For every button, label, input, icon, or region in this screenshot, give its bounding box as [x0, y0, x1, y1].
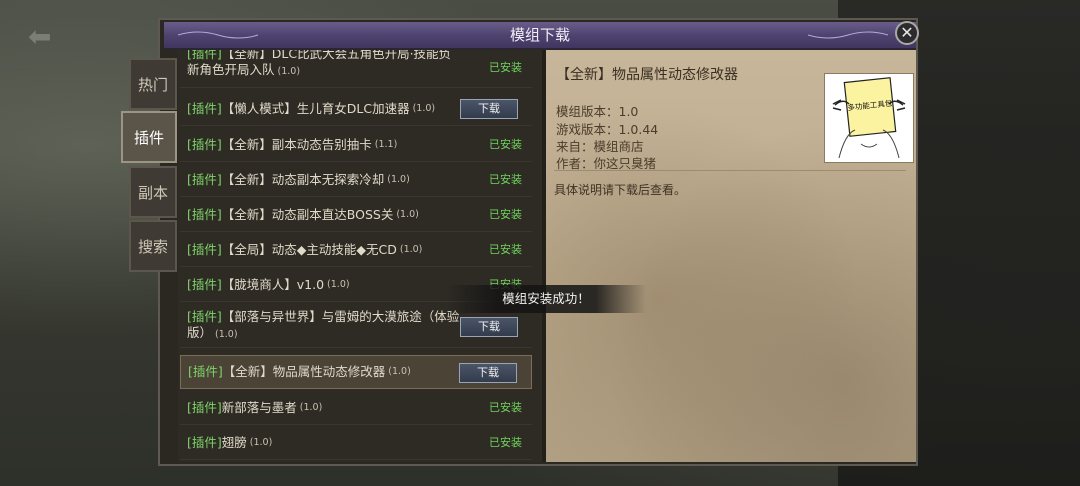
mod-tag: [插件]	[187, 399, 222, 415]
list-item[interactable]: [插件] 【全新】动态副本直达BOSS关 (1.0) 已安装	[180, 198, 532, 232]
mod-title: 【全新】物品属性动态修改器	[222, 364, 386, 379]
mod-tag: [插件]	[187, 434, 222, 450]
tab-plugins[interactable]: 插件	[121, 111, 177, 163]
mod-title: 新部落与墨者	[221, 399, 297, 415]
installed-status: 已安装	[489, 138, 522, 151]
back-arrow-icon: ⬅	[28, 20, 52, 53]
mod-tag: [插件]	[187, 309, 222, 324]
mod-name: [插件] 【全新】副本动态告别抽卡 (1.1)	[187, 128, 467, 161]
list-item[interactable]: [插件] 新部落与墨者 (1.0) 已安装	[180, 391, 532, 425]
toast-message: 模组安装成功！	[446, 285, 646, 313]
mod-title: 翅膀	[221, 434, 247, 450]
mod-tag: [插件]	[187, 206, 222, 222]
ornament-right-icon	[808, 31, 888, 39]
mod-title: 【懒人模式】生儿育女DLC加速器	[221, 100, 410, 116]
list-item[interactable]: [插件]【全新】DLC比武大会五角色开局·技能负 新角色开局入队 (1.0) 已安…	[180, 50, 532, 88]
mod-version: (1.0)	[388, 366, 411, 377]
mod-title: 【全新】动态副本无探索冷却	[221, 171, 385, 187]
mod-title: 【胧境商人】v1.0	[221, 276, 325, 292]
mod-name: [插件] 【全新】物品属性动态修改器 (1.0)	[188, 356, 468, 388]
mod-tag: [插件]	[188, 364, 223, 379]
detail-description: 具体说明请下载后查看。	[554, 183, 687, 197]
mod-name: [插件] 【全新】动态副本直达BOSS关 (1.0)	[187, 198, 467, 231]
installed-status: 已安装	[489, 401, 522, 414]
mod-version: (1.0)	[396, 208, 419, 220]
installed-status: 已安装	[489, 208, 522, 221]
list-item[interactable]: [插件] 翅膀 (1.0) 已安装	[180, 426, 532, 460]
installed-status: 已安装	[489, 61, 522, 74]
mod-name: [插件] 新部落与墨者 (1.0)	[187, 391, 467, 424]
detail-separator	[554, 170, 906, 171]
mod-version: (1.0)	[215, 329, 238, 340]
mod-tag: [插件]	[187, 171, 222, 187]
download-button[interactable]: 下载	[460, 317, 518, 337]
mod-version: (1.0)	[249, 436, 273, 448]
mod-title: 【全局】动态◆主动技能◆无CD	[221, 241, 397, 257]
detail-mod-version: 模组版本：1.0	[556, 104, 639, 119]
installed-status: 已安装	[489, 173, 522, 186]
mod-name: [插件] 【懒人模式】生儿育女DLC加速器 (1.0)	[187, 92, 467, 125]
detail-title: 【全新】物品属性动态修改器	[556, 67, 738, 83]
mod-tag: [插件]	[187, 100, 222, 116]
thumbnail-illustration-icon: 多功能工具包	[832, 77, 906, 159]
mod-title: 【全新】副本动态告别抽卡	[221, 136, 372, 152]
tab-label: 热门	[137, 75, 168, 94]
mod-title: 【全新】动态副本直达BOSS关	[221, 206, 394, 222]
mod-name-line2: 版）	[187, 325, 213, 340]
mod-name: [插件] 【胧境商人】v1.0 (1.0)	[187, 268, 467, 301]
mod-tag: [插件]	[187, 276, 222, 292]
mod-version: (1.0)	[277, 66, 301, 77]
mod-name: [插件]【全新】DLC比武大会五角色开局·技能负 新角色开局入队 (1.0)	[187, 50, 467, 81]
mod-version: (1.0)	[299, 401, 323, 413]
window-title: 模组下载	[509, 26, 570, 44]
tab-hot[interactable]: 热门	[129, 58, 177, 110]
mod-version: (1.0)	[399, 243, 423, 255]
list-item-selected[interactable]: [插件] 【全新】物品属性动态修改器 (1.0) 下载	[180, 355, 532, 389]
mod-list[interactable]: [插件]【全新】DLC比武大会五角色开局·技能负 新角色开局入队 (1.0) 已安…	[178, 50, 542, 462]
mod-version: (1.1)	[374, 138, 398, 150]
list-item[interactable]: [插件] 【全局】动态◆主动技能◆无CD (1.0) 已安装	[180, 233, 532, 267]
mod-tag: [插件]	[187, 50, 222, 61]
mod-name-line1: 【部落与异世界】与雷姆的大漠旅途（体验	[221, 309, 460, 324]
list-item[interactable]: [插件] 【全新】动态副本无探索冷却 (1.0) 已安装	[180, 163, 532, 197]
mod-name: [插件] 【全新】动态副本无探索冷却 (1.0)	[187, 163, 467, 196]
tab-label: 副本	[137, 183, 168, 202]
tab-label: 搜索	[137, 237, 168, 256]
close-icon: ✕	[900, 23, 914, 42]
tab-search[interactable]: 搜索	[129, 220, 177, 272]
download-button[interactable]: 下载	[460, 99, 518, 119]
installed-status: 已安装	[489, 436, 522, 449]
mod-thumbnail: 多功能工具包	[824, 73, 914, 163]
mod-version: (1.0)	[327, 278, 350, 290]
download-button[interactable]: 下载	[459, 363, 517, 383]
tab-label: 插件	[133, 128, 164, 147]
mod-version: (1.0)	[412, 102, 436, 114]
list-item[interactable]: [插件] 【懒人模式】生儿育女DLC加速器 (1.0) 下载	[180, 92, 532, 126]
tab-dungeon[interactable]: 副本	[129, 166, 177, 218]
window-titlebar: 模组下载	[164, 22, 916, 49]
mod-name-line2: 新角色开局入队	[187, 62, 275, 77]
mod-name: [插件]【部落与异世界】与雷姆的大漠旅途（体验 版） (1.0)	[187, 307, 467, 350]
mod-version: (1.0)	[387, 173, 410, 185]
mod-tag: [插件]	[187, 241, 222, 257]
installed-status: 已安装	[489, 243, 522, 256]
mod-tag: [插件]	[187, 136, 222, 152]
list-item[interactable]: [插件] 【全新】副本动态告别抽卡 (1.1) 已安装	[180, 128, 532, 162]
mod-name: [插件] 【全局】动态◆主动技能◆无CD (1.0)	[187, 233, 467, 266]
close-button[interactable]: ✕	[895, 21, 919, 45]
mod-name: [插件] 翅膀 (1.0)	[187, 426, 467, 459]
mod-name-line1: 【全新】DLC比武大会五角色开局·技能负	[221, 50, 452, 61]
